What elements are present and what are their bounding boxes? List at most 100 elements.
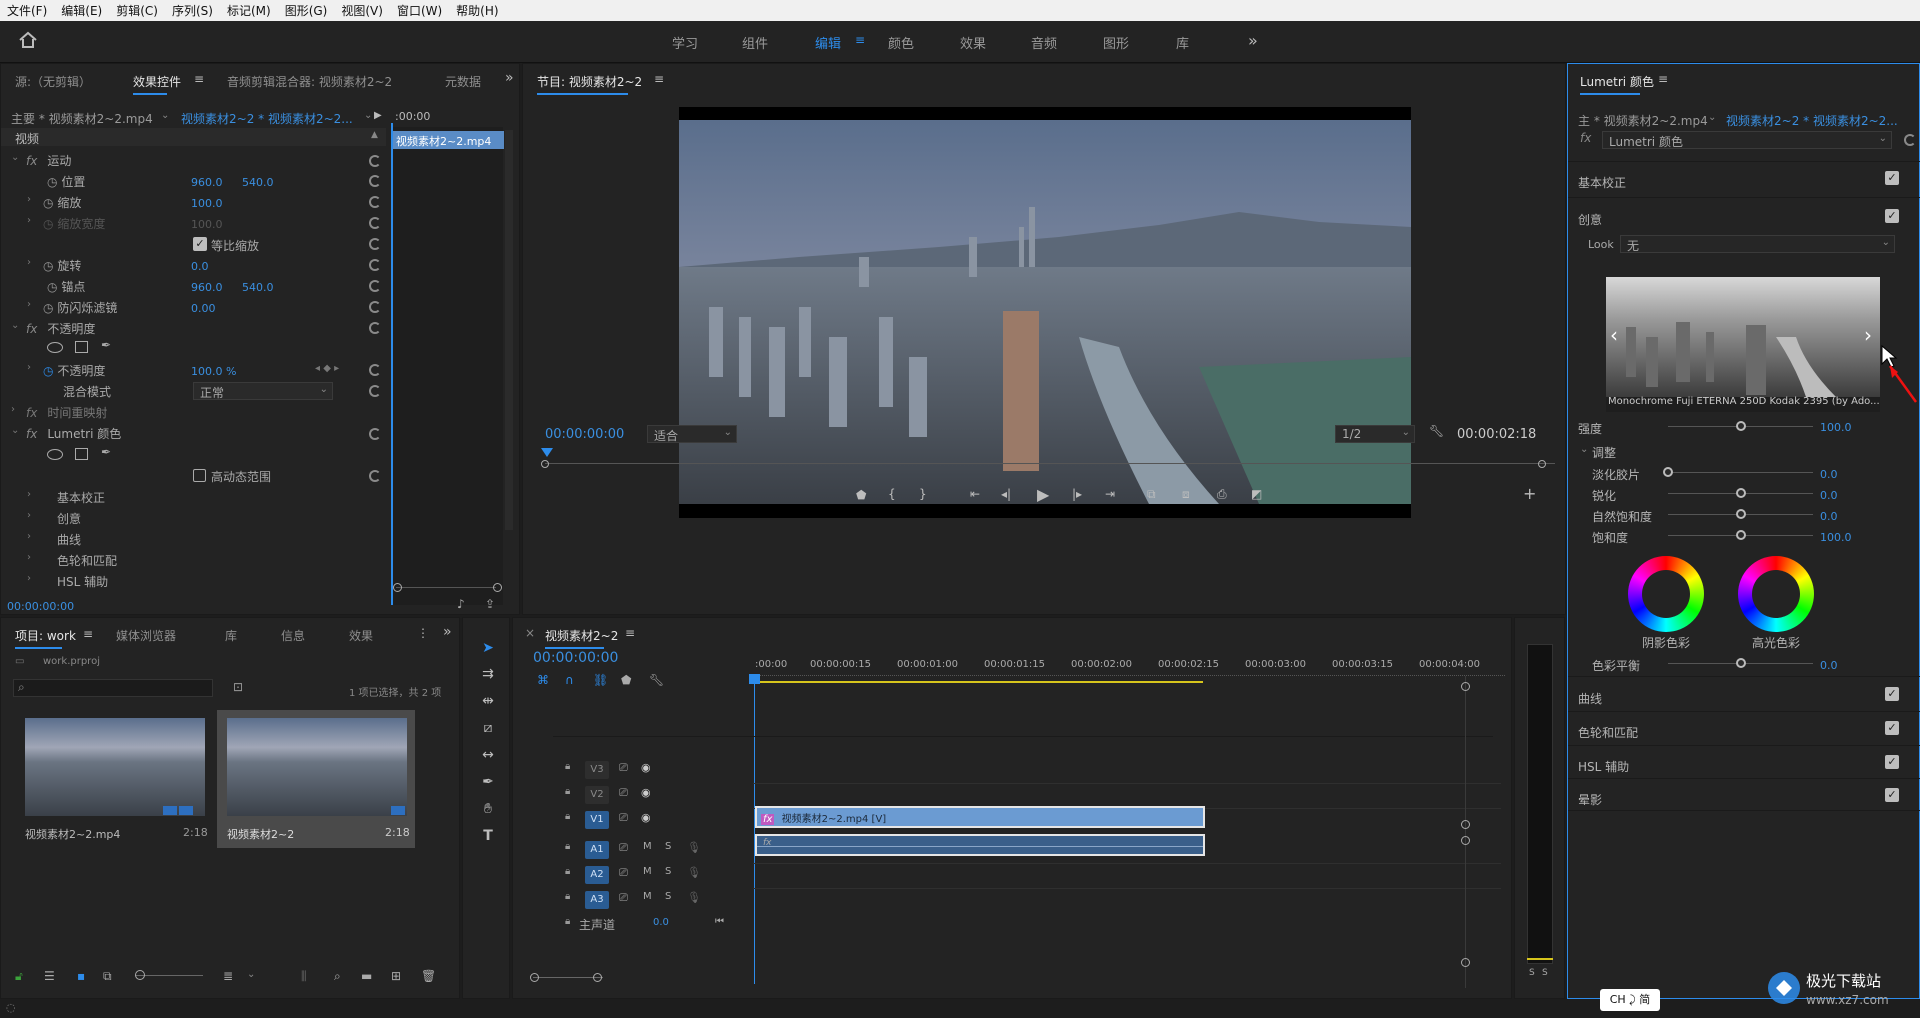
pen-tool-icon[interactable]: ✒: [479, 774, 497, 790]
solo-button[interactable]: S: [665, 841, 671, 852]
home-icon[interactable]: [18, 31, 38, 49]
intensity-knob[interactable]: [1735, 421, 1746, 431]
mute-button[interactable]: M: [643, 841, 652, 852]
linked-selection-icon[interactable]: ⛓︎: [593, 673, 608, 687]
scroll-handle-audio[interactable]: [1461, 836, 1470, 845]
project-item[interactable]: 视频素材2~2.mp4 2:18: [19, 714, 211, 841]
workspace-learn[interactable]: 学习: [672, 33, 698, 52]
saturation-knob[interactable]: [1735, 530, 1746, 540]
more-icon[interactable]: ⋮: [417, 626, 429, 640]
go-to-end-icon[interactable]: ⏮︎: [715, 916, 724, 927]
tab-effect-controls[interactable]: 效果控件: [133, 73, 181, 95]
curves-checkbox[interactable]: ✓: [1885, 687, 1899, 701]
mic-icon[interactable]: 🎙︎: [687, 866, 701, 879]
uniform-scale-checkbox[interactable]: ✓: [193, 237, 207, 251]
wrench-icon[interactable]: 🔧︎: [1429, 424, 1444, 438]
sync-lock-icon[interactable]: ⎚: [619, 841, 628, 855]
zoom-handle-right[interactable]: [593, 973, 602, 982]
audio-filter-icon[interactable]: ♪: [457, 597, 465, 611]
new-bin-icon[interactable]: ▬: [361, 969, 372, 983]
marker-icon[interactable]: ⬟: [621, 673, 631, 687]
reset-icon[interactable]: [369, 301, 381, 313]
sub-curves[interactable]: › 曲线: [27, 531, 81, 549]
snap-icon[interactable]: ∩: [565, 673, 574, 687]
time-remap-row[interactable]: › fx 时间重映射: [11, 404, 107, 422]
lumetri-instance-select[interactable]: Lumetri 颜色 ⌄: [1602, 131, 1892, 149]
intensity-value[interactable]: 100.0: [1820, 421, 1852, 434]
project-search-input[interactable]: ⌕: [13, 679, 213, 697]
vignette-header[interactable]: 晕影: [1578, 791, 1602, 808]
menu-file[interactable]: 文件(F): [0, 2, 54, 19]
step-back-icon[interactable]: ◂|: [1001, 487, 1011, 501]
sub-wheels[interactable]: › 色轮和匹配: [27, 552, 117, 570]
freeform-view-icon[interactable]: ⧉: [103, 969, 112, 984]
antiflicker-value[interactable]: 0.00: [191, 302, 216, 315]
lock-icon[interactable]: 🔒︎: [565, 891, 570, 902]
step-forward-icon[interactable]: |▸: [1072, 487, 1082, 501]
chevron-down-icon[interactable]: ⌄: [1708, 112, 1716, 123]
reset-icon[interactable]: [369, 175, 381, 187]
workspace-editing[interactable]: 编辑: [815, 33, 841, 52]
scrubber-end[interactable]: [1538, 460, 1546, 468]
sharpen-value[interactable]: 0.0: [1820, 489, 1838, 502]
reset-icon[interactable]: [369, 217, 381, 229]
wheels-header[interactable]: 色轮和匹配: [1578, 724, 1638, 741]
reset-icon[interactable]: [369, 238, 381, 250]
workspace-color[interactable]: 颜色: [888, 33, 914, 52]
eye-icon[interactable]: ◉: [641, 811, 651, 824]
reset-icon[interactable]: [369, 280, 381, 292]
reset-icon[interactable]: [369, 155, 381, 167]
extract-icon[interactable]: ⧈: [1182, 487, 1190, 502]
play-triangle-icon[interactable]: ▶: [374, 110, 382, 121]
reset-icon[interactable]: [369, 385, 381, 397]
adjust-header[interactable]: 调整: [1592, 444, 1616, 461]
scroll-handle-bottom[interactable]: [1461, 958, 1470, 967]
ellipse-mask-icon[interactable]: [47, 449, 63, 460]
menu-view[interactable]: 视图(V): [334, 2, 390, 19]
vibrance-value[interactable]: 0.0: [1820, 510, 1838, 523]
list-view-icon[interactable]: ☰: [44, 969, 55, 983]
tab-effects[interactable]: 效果: [349, 627, 373, 644]
comparison-view-icon[interactable]: ◩: [1251, 487, 1262, 501]
menu-marker[interactable]: 标记(M): [220, 2, 278, 19]
position-x[interactable]: 960.0: [191, 176, 223, 189]
keyframe-nav-icon[interactable]: ◂ ◆ ▸: [315, 363, 339, 374]
menu-graphics[interactable]: 图形(G): [278, 2, 335, 19]
video-clip[interactable]: fx 视频素材2~2.mp4 [V]: [755, 806, 1205, 828]
basic-correction-header[interactable]: 基本校正: [1578, 174, 1626, 191]
timeline-title[interactable]: 视频素材2~2: [545, 627, 618, 649]
selection-tool-icon[interactable]: ➤: [479, 640, 497, 656]
razor-tool-icon[interactable]: ⧄: [479, 720, 497, 736]
blend-mode-select[interactable]: 正常 ⌄: [193, 382, 333, 400]
go-to-out-icon[interactable]: ⇥: [1105, 487, 1115, 501]
reset-icon[interactable]: [1904, 134, 1916, 146]
workspace-graphics[interactable]: 图形: [1103, 33, 1129, 52]
eye-icon[interactable]: ◉: [641, 761, 651, 774]
lumetri-title[interactable]: Lumetri 颜色: [1580, 73, 1654, 95]
tab-source[interactable]: 源:（无剪辑）: [15, 73, 91, 90]
lumetri-sequence[interactable]: 视频素材2~2 * 视频素材2~2...: [1726, 112, 1898, 129]
tint-balance-value[interactable]: 0.0: [1820, 659, 1838, 672]
audio-clip[interactable]: fx: [755, 834, 1205, 856]
icon-view-icon[interactable]: ▪: [77, 969, 85, 983]
reset-icon[interactable]: [369, 259, 381, 271]
tint-balance-knob[interactable]: [1735, 658, 1746, 668]
lumetri-row[interactable]: ⌄ fx Lumetri 颜色: [11, 425, 121, 443]
mark-out-icon[interactable]: }: [919, 487, 927, 501]
sharpen-knob[interactable]: [1735, 488, 1746, 498]
add-button-icon[interactable]: +: [1523, 484, 1536, 503]
time-ruler[interactable]: :00:00 00:00:00:15 00:00:01:00 00:00:01:…: [753, 659, 1505, 683]
tab-libraries[interactable]: 库: [225, 627, 237, 644]
stopwatch-icon[interactable]: ◷: [43, 364, 53, 378]
look-select[interactable]: 无 ⌄: [1620, 235, 1895, 253]
opacity-value[interactable]: 100.0 %: [191, 365, 236, 378]
menu-edit[interactable]: 编辑(E): [54, 2, 109, 19]
solo-left[interactable]: S: [1529, 968, 1535, 978]
curves-header[interactable]: 曲线: [1578, 690, 1602, 707]
panel-menu-icon[interactable]: ≡: [194, 72, 204, 86]
tab-info[interactable]: 信息: [281, 627, 305, 644]
lift-icon[interactable]: ⧉: [1147, 487, 1156, 502]
new-bin-from-search-icon[interactable]: ⊡: [233, 680, 243, 694]
zoom-handle-left[interactable]: [530, 973, 539, 982]
panel-menu-icon[interactable]: ≡: [654, 72, 664, 86]
